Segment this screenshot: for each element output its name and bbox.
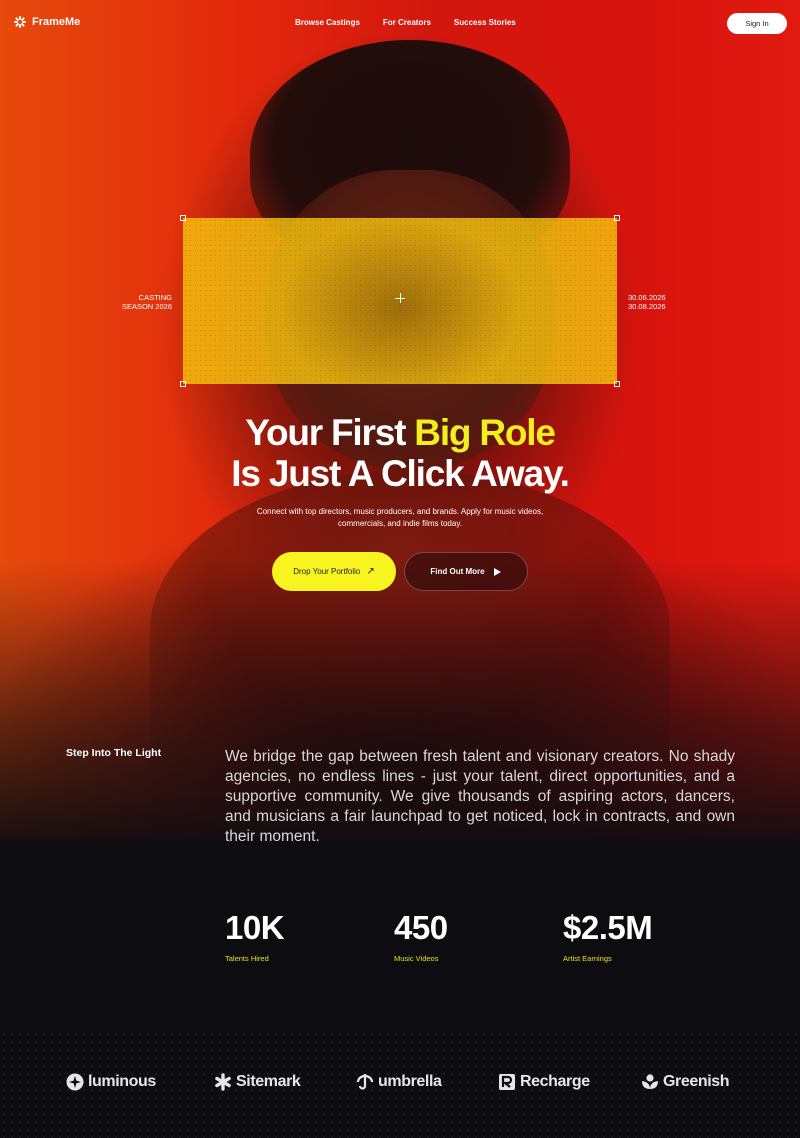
frame-corner-bottom-right [614,381,620,387]
drop-portfolio-button[interactable]: Drop Your Portfolio ↗ [272,552,396,591]
brand-name: luminous [88,1073,156,1090]
crosshair-icon [395,293,405,303]
brand-logo-greenish: Greenish [641,1073,730,1091]
stat-value: 10K [225,909,285,946]
stat-value: 450 [394,909,448,946]
sign-in-button[interactable]: Sign In [727,13,787,34]
end-date: 30.08.2026 [628,301,666,311]
find-out-more-button[interactable]: Find Out More [404,552,528,591]
nav-links: Browse Castings For Creators Success Sto… [295,18,516,27]
stat-label: Talents Hired [225,954,269,963]
brand-logo-recharge: Recharge [498,1073,590,1091]
hero-subtext: Connect with top directors, music produc… [256,507,544,528]
brand-name: umbrella [378,1073,442,1090]
brand-logo-umbrella: umbrella [356,1073,442,1091]
frame-corner-bottom-left [180,381,186,387]
brand-name: Recharge [520,1073,590,1090]
brand-name: Greenish [663,1073,730,1090]
frame-corner-top-left [180,215,186,221]
frame-corner-top-right [614,215,620,221]
spinner-logo-icon [14,16,26,28]
top-navigation: FrameMe Browse Castings For Creators Suc… [0,0,800,48]
headline-line2: Is Just A Click Away. [231,453,570,494]
find-out-more-label: Find Out More [430,567,485,576]
nav-link-browse-castings[interactable]: Browse Castings [295,18,360,27]
leaf-icon [641,1073,659,1091]
stat-artist-earnings: $2.5M Artist Earnings [563,908,653,963]
stat-value: $2.5M [563,909,653,946]
about-section-label: Step Into The Light [66,747,162,759]
umbrella-icon [356,1073,374,1091]
headline-part1: Your First [245,412,415,453]
nav-link-for-creators[interactable]: For Creators [383,18,431,27]
asterisk-icon [214,1073,232,1091]
stat-label: Music Videos [394,954,439,963]
casting-season-label: CASTING SEASON 2026 [112,293,172,311]
drop-portfolio-label: Drop Your Portfolio [293,567,361,576]
hero-headline: Your First Big Role Is Just A Click Away… [0,412,800,494]
brand-logo-sitemark: Sitemark [214,1073,301,1091]
r-logo-icon [498,1073,516,1091]
brand-name: Sitemark [236,1073,301,1090]
brand-logo-luminous: luminous [66,1073,156,1091]
about-section-text: We bridge the gap between fresh talent a… [225,748,735,845]
play-icon [493,567,502,576]
casting-dates-label: 30.06.2026 30.08.2026 [628,293,666,311]
plus-star-icon [66,1073,84,1091]
stat-music-videos: 450 Music Videos [394,908,448,963]
stat-talents-hired: 10K Talents Hired [225,908,285,963]
nav-link-success-stories[interactable]: Success Stories [454,18,516,27]
arrow-up-right-icon: ↗ [366,565,375,577]
stat-label: Artist Earnings [563,954,612,963]
season-label: SEASON 2026 [121,301,172,311]
headline-highlight: Big Role [414,412,556,453]
logo-text: FrameMe [32,16,81,28]
logo[interactable]: FrameMe [14,16,80,28]
